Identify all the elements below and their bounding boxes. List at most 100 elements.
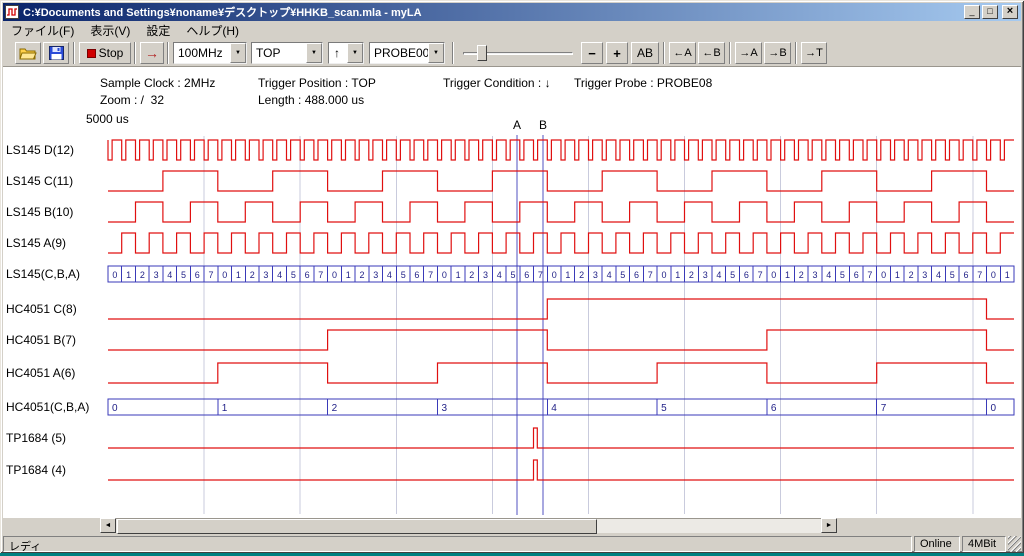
svg-text:4: 4 [826,270,831,280]
waveform-plot[interactable]: 0123456701234567012345670123456701234567… [0,132,1024,518]
stop-button[interactable]: Stop [79,42,131,64]
chevron-down-icon[interactable]: ▼ [230,43,246,63]
run-arrow-icon: → [145,45,159,61]
svg-text:4: 4 [387,270,392,280]
svg-text:5: 5 [181,270,186,280]
svg-text:6: 6 [634,270,639,280]
zoom-out-button[interactable]: − [581,42,603,64]
svg-text:1: 1 [346,270,351,280]
svg-text:3: 3 [812,270,817,280]
svg-text:7: 7 [208,270,213,280]
scroll-left-button[interactable]: ◄ [100,518,116,533]
scrollbar-thumb[interactable] [117,519,597,534]
goto-b-fwd-button[interactable]: →B [764,42,791,64]
svg-text:7: 7 [538,270,543,280]
svg-text:5: 5 [291,270,296,280]
trigger-probe-text: Trigger Probe : PROBE08 [574,76,712,90]
svg-text:0: 0 [112,270,117,280]
chevron-down-icon[interactable]: ▼ [347,43,363,63]
trigger-probe-select[interactable]: PROBE00 ▼ [369,42,445,64]
trigger-position-text: Trigger Position : TOP [258,76,376,90]
ab-button[interactable]: AB [631,42,659,64]
toolbar-separator [134,42,136,64]
toolbar-separator [729,42,731,64]
svg-text:5: 5 [840,270,845,280]
svg-text:7: 7 [758,270,763,280]
scroll-right-button[interactable]: ► [821,518,837,533]
svg-text:2: 2 [250,270,255,280]
marker-b-label[interactable]: B [536,118,550,132]
svg-text:3: 3 [154,270,159,280]
close-button[interactable]: × [1002,5,1018,19]
svg-text:3: 3 [703,270,708,280]
svg-text:5: 5 [730,270,735,280]
svg-text:3: 3 [373,270,378,280]
svg-text:1: 1 [222,403,228,414]
title-bar: C:¥Documents and Settings¥noname¥デスクトップ¥… [3,3,1021,21]
goto-trigger-button[interactable]: →T [801,42,827,64]
folder-open-icon [19,47,37,60]
sample-rate-select[interactable]: 100MHz ▼ [173,42,247,64]
svg-text:0: 0 [661,270,666,280]
svg-text:7: 7 [977,270,982,280]
svg-text:2: 2 [359,270,364,280]
open-file-button[interactable] [15,42,41,64]
svg-text:0: 0 [771,270,776,280]
goto-a-back-button[interactable]: ←A [669,42,696,64]
svg-text:6: 6 [744,270,749,280]
run-button[interactable]: → [140,42,164,64]
menu-help[interactable]: ヘルプ(H) [178,21,247,40]
toolbar-separator [663,42,665,64]
minimize-button[interactable]: _ [964,5,980,19]
svg-text:3: 3 [922,270,927,280]
app-window: C:¥Documents and Settings¥noname¥デスクトップ¥… [0,0,1024,553]
menu-bar: ファイル(F) 表示(V) 設定 ヘルプ(H) [3,22,1021,39]
resize-grip[interactable] [1008,536,1021,552]
svg-text:0: 0 [332,270,337,280]
scrollbar-row: ◄ ► [3,518,1021,533]
status-ready: レディ [3,536,912,552]
svg-text:4: 4 [716,270,721,280]
menu-settings[interactable]: 設定 [138,21,178,40]
length-text: Length : 488.000 us [258,93,364,107]
svg-text:1: 1 [126,270,131,280]
save-button[interactable] [43,42,69,64]
svg-text:7: 7 [428,270,433,280]
svg-text:7: 7 [881,403,887,414]
svg-text:4: 4 [936,270,941,280]
scrollbar-track[interactable] [116,518,821,533]
svg-text:1: 1 [785,270,790,280]
svg-text:6: 6 [414,270,419,280]
svg-text:6: 6 [524,270,529,280]
goto-a-fwd-button[interactable]: →A [735,42,762,64]
goto-b-back-button[interactable]: ←B [698,42,725,64]
slider-thumb[interactable] [477,45,487,61]
svg-text:2: 2 [909,270,914,280]
trigger-position-select[interactable]: TOP ▼ [251,42,323,64]
horizontal-scrollbar[interactable]: ◄ ► [100,518,837,533]
chevron-down-icon[interactable]: ▼ [428,43,444,63]
menu-file[interactable]: ファイル(F) [3,21,82,40]
svg-text:2: 2 [469,270,474,280]
svg-text:0: 0 [442,270,447,280]
svg-text:3: 3 [442,403,448,414]
svg-text:1: 1 [1005,270,1010,280]
zoom-in-button[interactable]: + [606,42,628,64]
status-bar: レディ Online 4MBit [3,536,1021,552]
svg-text:1: 1 [565,270,570,280]
svg-text:0: 0 [881,270,886,280]
trigger-edge-select[interactable]: ↑ ▼ [328,42,364,64]
toolbar-separator [452,42,454,64]
menu-view[interactable]: 表示(V) [82,21,138,40]
svg-text:7: 7 [867,270,872,280]
trigger-condition-text: Trigger Condition : ↓ [443,76,551,90]
arrow-right-icon: ► [826,522,833,529]
chevron-down-icon[interactable]: ▼ [306,43,322,63]
svg-text:2: 2 [689,270,694,280]
sample-rate-value: 100MHz [174,43,230,63]
zoom-slider[interactable] [461,42,575,64]
app-icon [5,5,19,19]
marker-a-label[interactable]: A [510,118,524,132]
maximize-button[interactable]: □ [982,5,998,19]
svg-text:6: 6 [195,270,200,280]
